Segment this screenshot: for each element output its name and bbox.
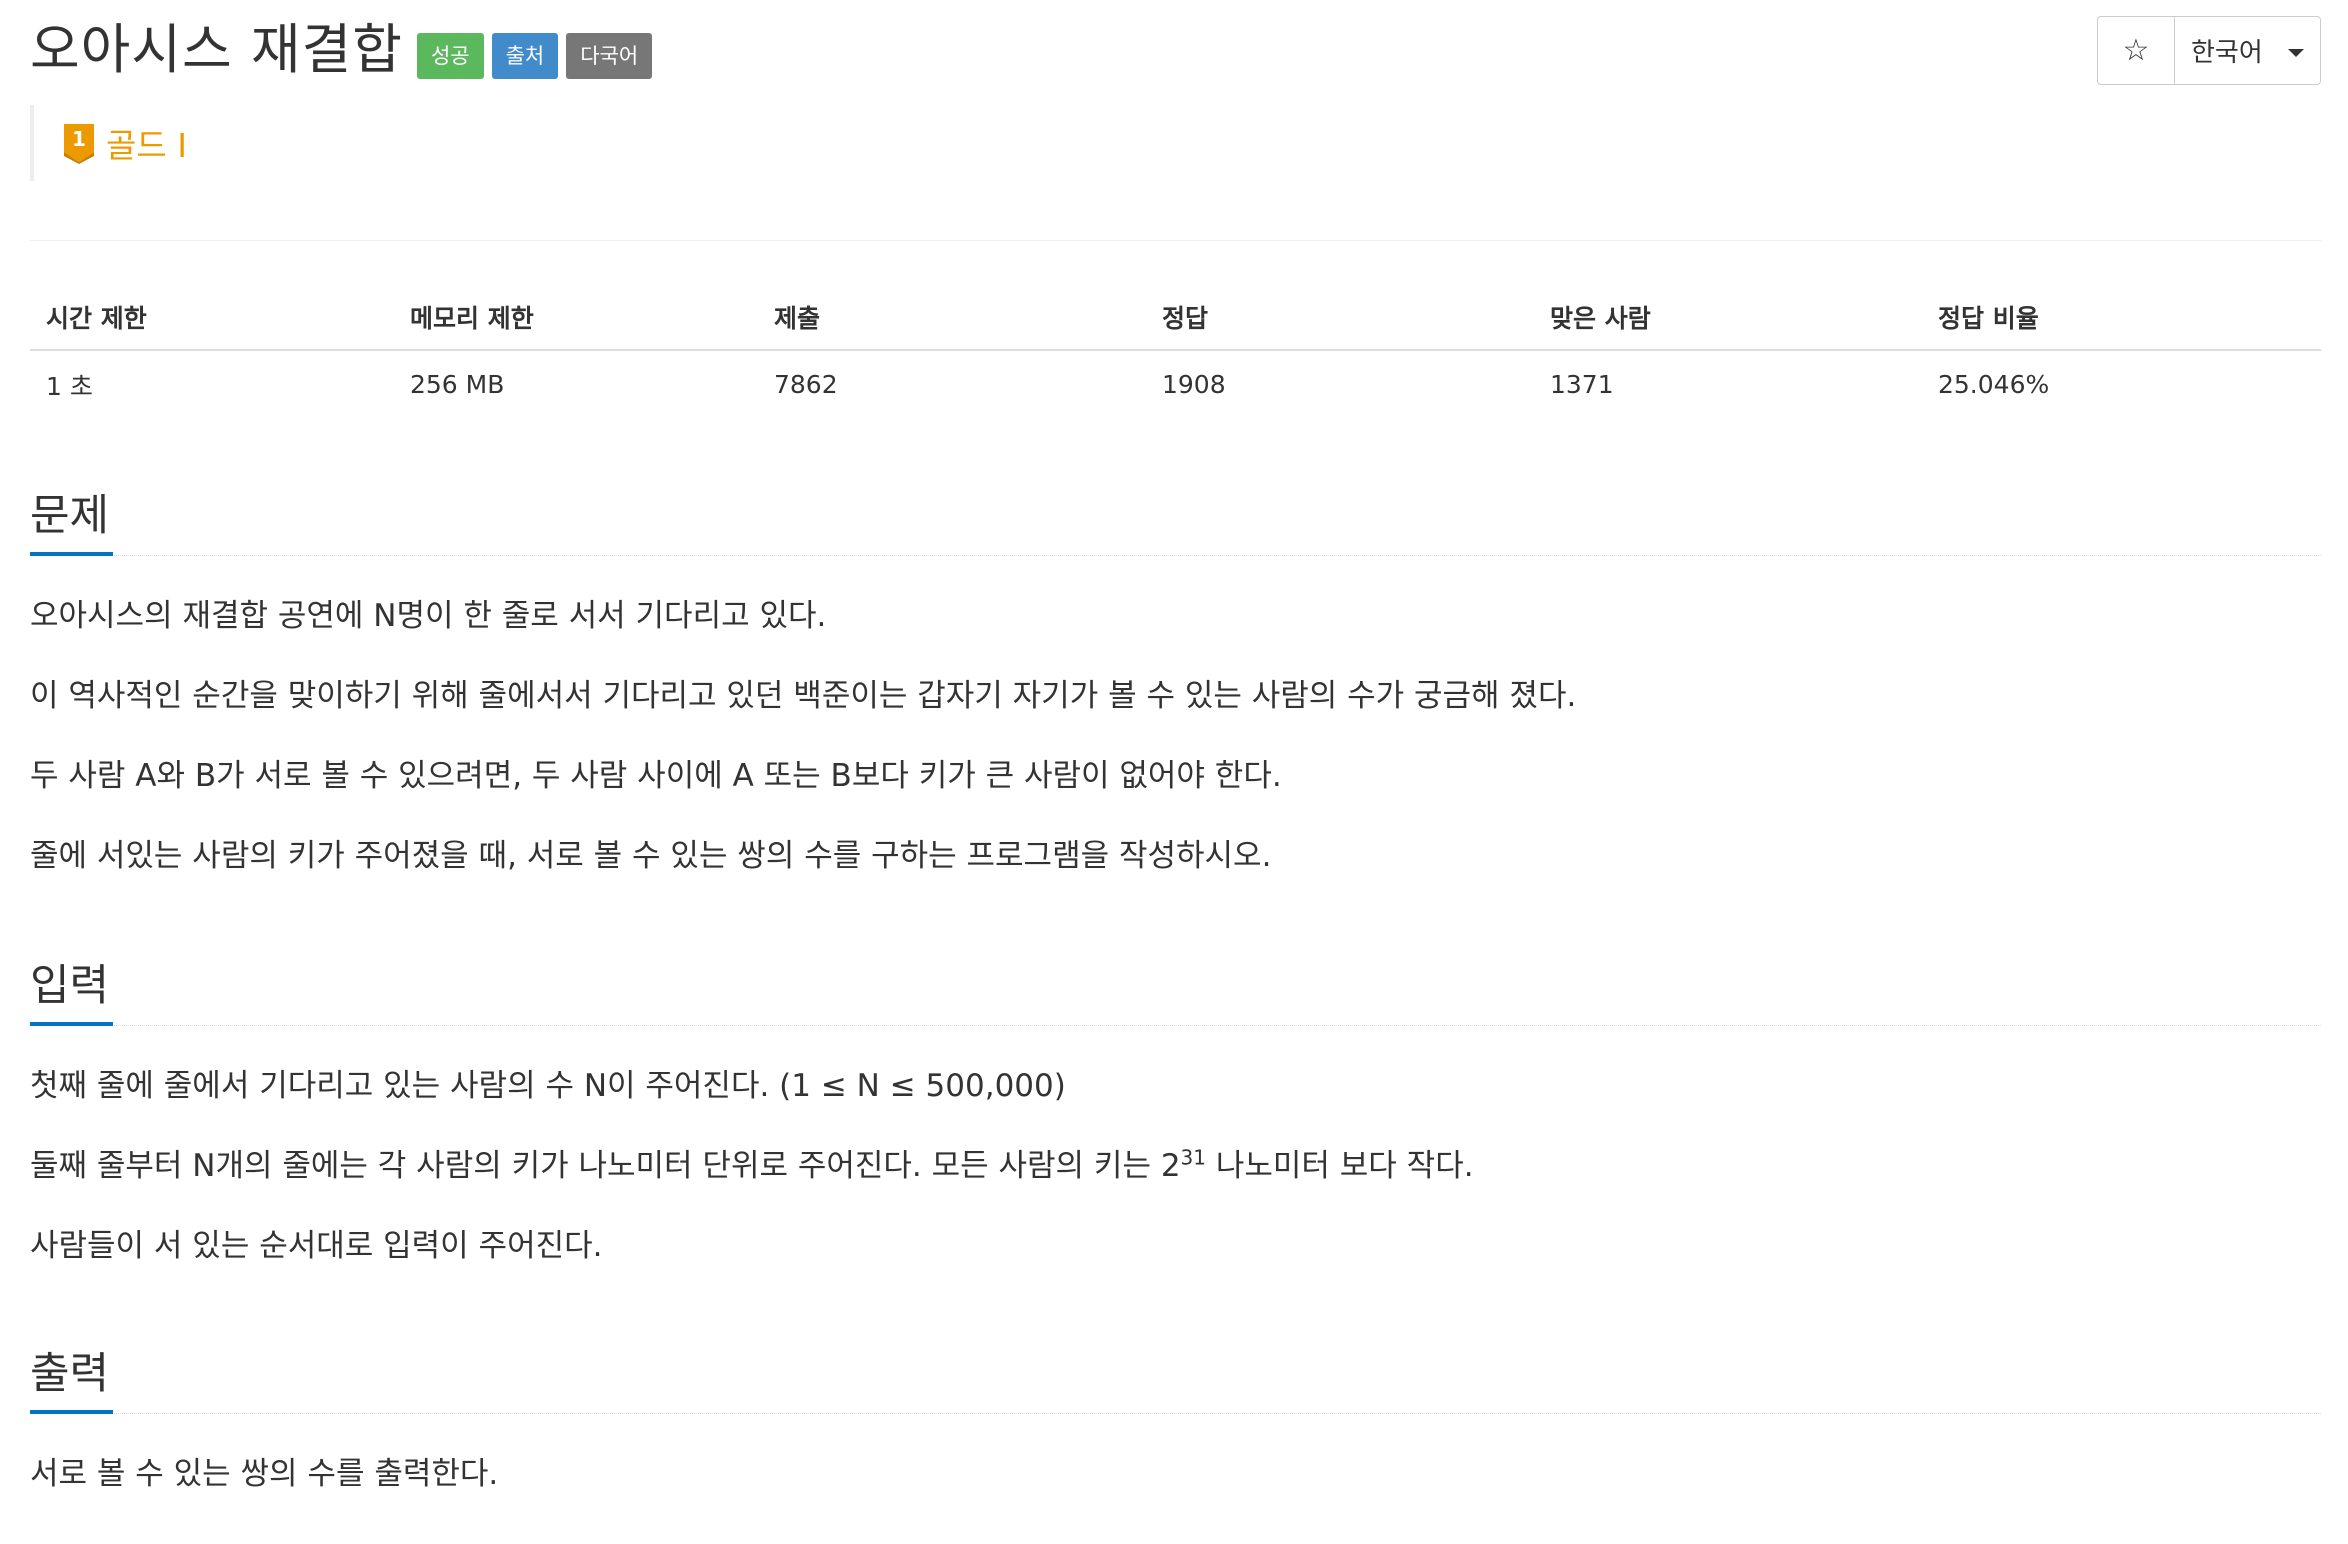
time-limit-value: 1 초 xyxy=(46,371,93,401)
paragraph: 둘째 줄부터 N개의 줄에는 각 사람의 키가 나노미터 단위로 주어진다. 모… xyxy=(30,1144,2321,1188)
section-title: 문제 xyxy=(30,484,114,556)
title-row: 오아시스 재결합 성공 출처 다국어 xyxy=(30,14,660,86)
table-header-row: 시간 제한 메모리 제한 제출 정답 맞은 사람 정답 비율 xyxy=(30,284,2321,351)
tier-text[interactable]: 골드 I xyxy=(106,119,187,167)
section-header: 문제 xyxy=(30,484,2321,556)
section-header: 입력 xyxy=(30,954,2321,1026)
divider xyxy=(30,240,2321,241)
paragraph: 사람들이 서 있는 순서대로 입력이 주어진다. xyxy=(30,1228,603,1264)
star-icon: ☆ xyxy=(2122,33,2150,68)
column-header: 정답 비율 xyxy=(1922,284,2321,351)
section-title: 출력 xyxy=(30,1342,114,1414)
language-dropdown[interactable]: 한국어 xyxy=(2175,16,2321,85)
accepted-value: 1908 xyxy=(1162,370,1226,399)
paragraph: 두 사람 A와 B가 서로 볼 수 있으려면, 두 사람 사이에 A 또는 B보… xyxy=(30,758,1282,794)
table-row: 1 초 256 MB 7862 1908 1371 25.046% xyxy=(30,350,2321,418)
paragraph: 첫째 줄에 줄에서 기다리고 있는 사람의 수 N이 주어진다. (1 ≤ N … xyxy=(30,1068,1066,1104)
column-header: 정답 xyxy=(1146,284,1534,351)
paragraph: 이 역사적인 순간을 맞이하기 위해 줄에서서 기다리고 있던 백준이는 갑자기… xyxy=(30,678,1577,714)
problem-description: 오아시스의 재결합 공연에 N명이 한 줄로 서서 기다리고 있다. 이 역사적… xyxy=(30,594,2321,878)
language-dropdown-label: 한국어 xyxy=(2191,38,2263,68)
text-span: 둘째 줄부터 N개의 줄에는 각 사람의 키가 나노미터 단위로 주어진다. 모… xyxy=(30,1148,1181,1184)
input-description: 첫째 줄에 줄에서 기다리고 있는 사람의 수 N이 주어진다. (1 ≤ N … xyxy=(30,1064,2321,1268)
paragraph: 오아시스의 재결합 공연에 N명이 한 줄로 서서 기다리고 있다. xyxy=(30,598,827,634)
submissions-value: 7862 xyxy=(774,370,838,399)
column-header: 제출 xyxy=(758,284,1146,351)
text-span: 나노미터 보다 작다. xyxy=(1206,1148,1474,1184)
exponent: 31 xyxy=(1180,1145,1206,1170)
column-header: 메모리 제한 xyxy=(394,284,758,351)
section-header: 출력 xyxy=(30,1342,2321,1414)
source-label[interactable]: 출처 xyxy=(491,33,559,79)
top-controls: ☆ 한국어 xyxy=(2097,16,2321,85)
accept-ratio-value: 25.046% xyxy=(1938,370,2050,399)
favorite-star-button[interactable]: ☆ xyxy=(2097,16,2175,85)
output-description: 서로 볼 수 있는 쌍의 수를 출력한다. xyxy=(30,1452,2321,1496)
problem-info-table: 시간 제한 메모리 제한 제출 정답 맞은 사람 정답 비율 1 초 256 M… xyxy=(30,284,2321,418)
output-section: 출력 서로 볼 수 있는 쌍의 수를 출력한다. xyxy=(30,1342,2321,1532)
caret-down-icon xyxy=(2288,48,2304,57)
solved-users-value: 1371 xyxy=(1550,370,1614,399)
problem-title: 오아시스 재결합 xyxy=(30,18,403,81)
column-header: 시간 제한 xyxy=(30,284,394,351)
paragraph: 줄에 서있는 사람의 키가 주어졌을 때, 서로 볼 수 있는 쌍의 수를 구하… xyxy=(30,838,1272,874)
tier-box: 1 골드 I xyxy=(30,105,187,181)
column-header: 맞은 사람 xyxy=(1534,284,1922,351)
success-label[interactable]: 성공 xyxy=(416,33,484,79)
gold-tier-icon: 1 xyxy=(64,124,94,164)
input-section: 입력 첫째 줄에 줄에서 기다리고 있는 사람의 수 N이 주어진다. (1 ≤… xyxy=(30,954,2321,1304)
problem-section: 문제 오아시스의 재결합 공연에 N명이 한 줄로 서서 기다리고 있다. 이 … xyxy=(30,484,2321,914)
memory-limit-value: 256 MB xyxy=(410,370,505,399)
section-title: 입력 xyxy=(30,954,114,1026)
problem-page: 오아시스 재결합 성공 출처 다국어 ☆ 한국어 1 골드 I 시간 제한 메모… xyxy=(0,0,2348,1544)
multilang-label[interactable]: 다국어 xyxy=(566,33,653,79)
paragraph: 서로 볼 수 있는 쌍의 수를 출력한다. xyxy=(30,1456,499,1492)
tier-number: 1 xyxy=(72,127,86,151)
